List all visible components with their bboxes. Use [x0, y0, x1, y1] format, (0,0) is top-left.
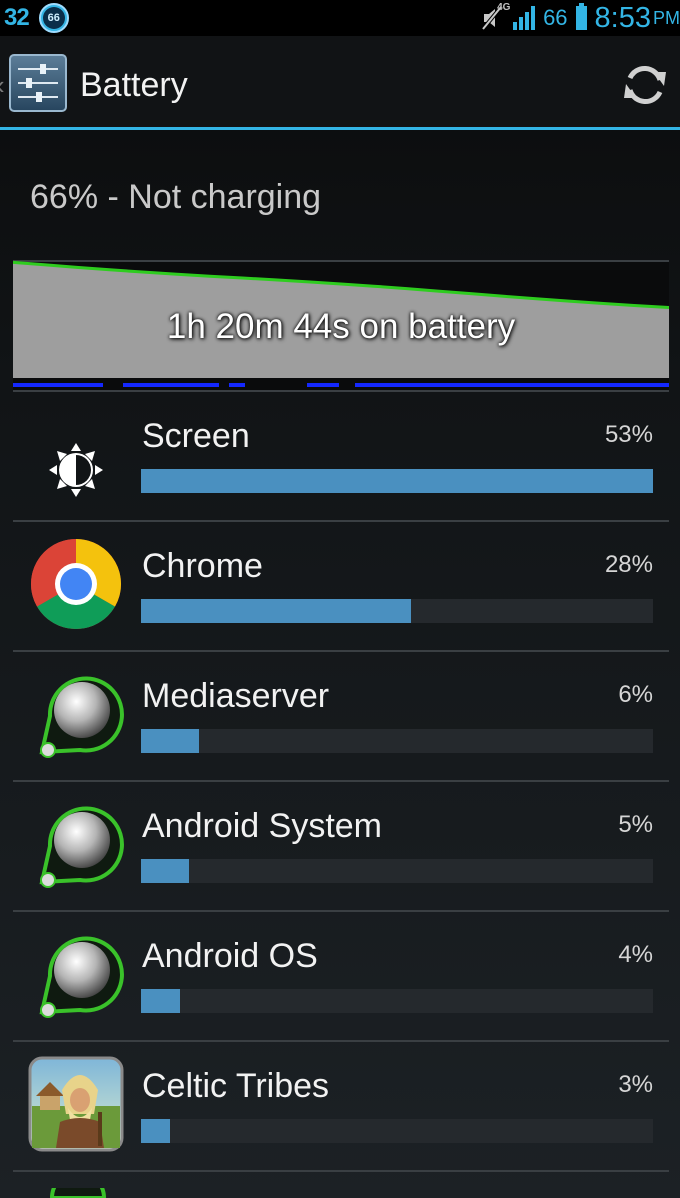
battery-summary: 66% - Not charging — [30, 178, 322, 216]
android-system-icon — [39, 676, 124, 758]
usage-name: Android OS — [142, 937, 318, 975]
usage-bar-fill — [141, 1119, 170, 1143]
notification-badge-count: 66 — [42, 7, 65, 29]
usage-row-chrome[interactable]: Chrome 28% — [0, 521, 680, 651]
clock-ampm: PM — [653, 7, 680, 28]
usage-name: Chrome — [142, 547, 263, 585]
timeline-segment — [123, 383, 219, 387]
usage-bar-fill — [141, 989, 180, 1013]
usage-bar-track — [141, 1119, 653, 1143]
refresh-icon[interactable] — [620, 60, 670, 110]
usage-row-android-system[interactable]: Android System 5% — [0, 781, 680, 911]
usage-percent: 3% — [618, 1071, 653, 1098]
usage-percent: 28% — [604, 551, 653, 578]
usage-bar-fill — [141, 729, 199, 753]
clock-time: 8:53 — [594, 1, 651, 34]
settings-sliders-icon[interactable] — [8, 53, 68, 113]
brightness-icon — [49, 443, 103, 497]
android-system-icon — [39, 806, 124, 888]
usage-bar-fill — [141, 859, 190, 883]
android-system-icon — [39, 936, 124, 1018]
status-left-number: 32 — [4, 4, 30, 31]
chrome-icon — [30, 539, 122, 630]
usage-name: Celtic Tribes — [142, 1067, 330, 1105]
action-bar-divider — [0, 127, 680, 130]
usage-bar-track — [141, 729, 653, 753]
divider — [13, 1170, 669, 1172]
usage-bar-track — [141, 599, 653, 623]
usage-row-screen[interactable]: Screen 53% — [0, 391, 680, 521]
usage-bar-fill — [141, 599, 412, 623]
timeline-segment — [307, 383, 339, 387]
usage-percent: 53% — [604, 421, 653, 448]
status-bar: 32 66 4G 66 8:53 PM — [0, 0, 680, 36]
timeline-segment — [355, 383, 669, 387]
usage-percent: 6% — [618, 681, 653, 708]
next-row-icon-partial — [49, 1188, 107, 1198]
usage-name: Mediaserver — [142, 677, 330, 715]
usage-bar-track — [141, 469, 653, 493]
up-caret-icon[interactable]: ‹ — [0, 70, 5, 101]
page-title: Battery — [80, 66, 188, 104]
notification-badge-icon: 66 — [38, 3, 69, 33]
usage-percent: 5% — [618, 811, 653, 838]
usage-row-android-os[interactable]: Android OS 4% — [0, 911, 680, 1041]
usage-bar-track — [141, 989, 653, 1013]
celtic-tribes-game-icon — [28, 1056, 124, 1152]
battery-percent: 66 — [543, 5, 568, 30]
usage-row-mediaserver[interactable]: Mediaserver 6% — [0, 651, 680, 781]
timeline-segment — [229, 383, 245, 387]
usage-percent: 4% — [618, 941, 653, 968]
usage-row-celtic-tribes[interactable]: Celtic Tribes 3% — [0, 1041, 680, 1171]
usage-name: Android System — [142, 807, 382, 845]
signal-icon: 4G — [497, 2, 536, 30]
usage-bar-fill — [141, 469, 653, 493]
usage-name: Screen — [142, 417, 250, 455]
network-type: 4G — [497, 2, 511, 13]
battery-icon — [575, 3, 587, 30]
timeline-segment — [13, 383, 103, 387]
graph-time-on-battery: 1h 20m 44s on battery — [166, 307, 516, 346]
usage-bar-track — [141, 859, 653, 883]
